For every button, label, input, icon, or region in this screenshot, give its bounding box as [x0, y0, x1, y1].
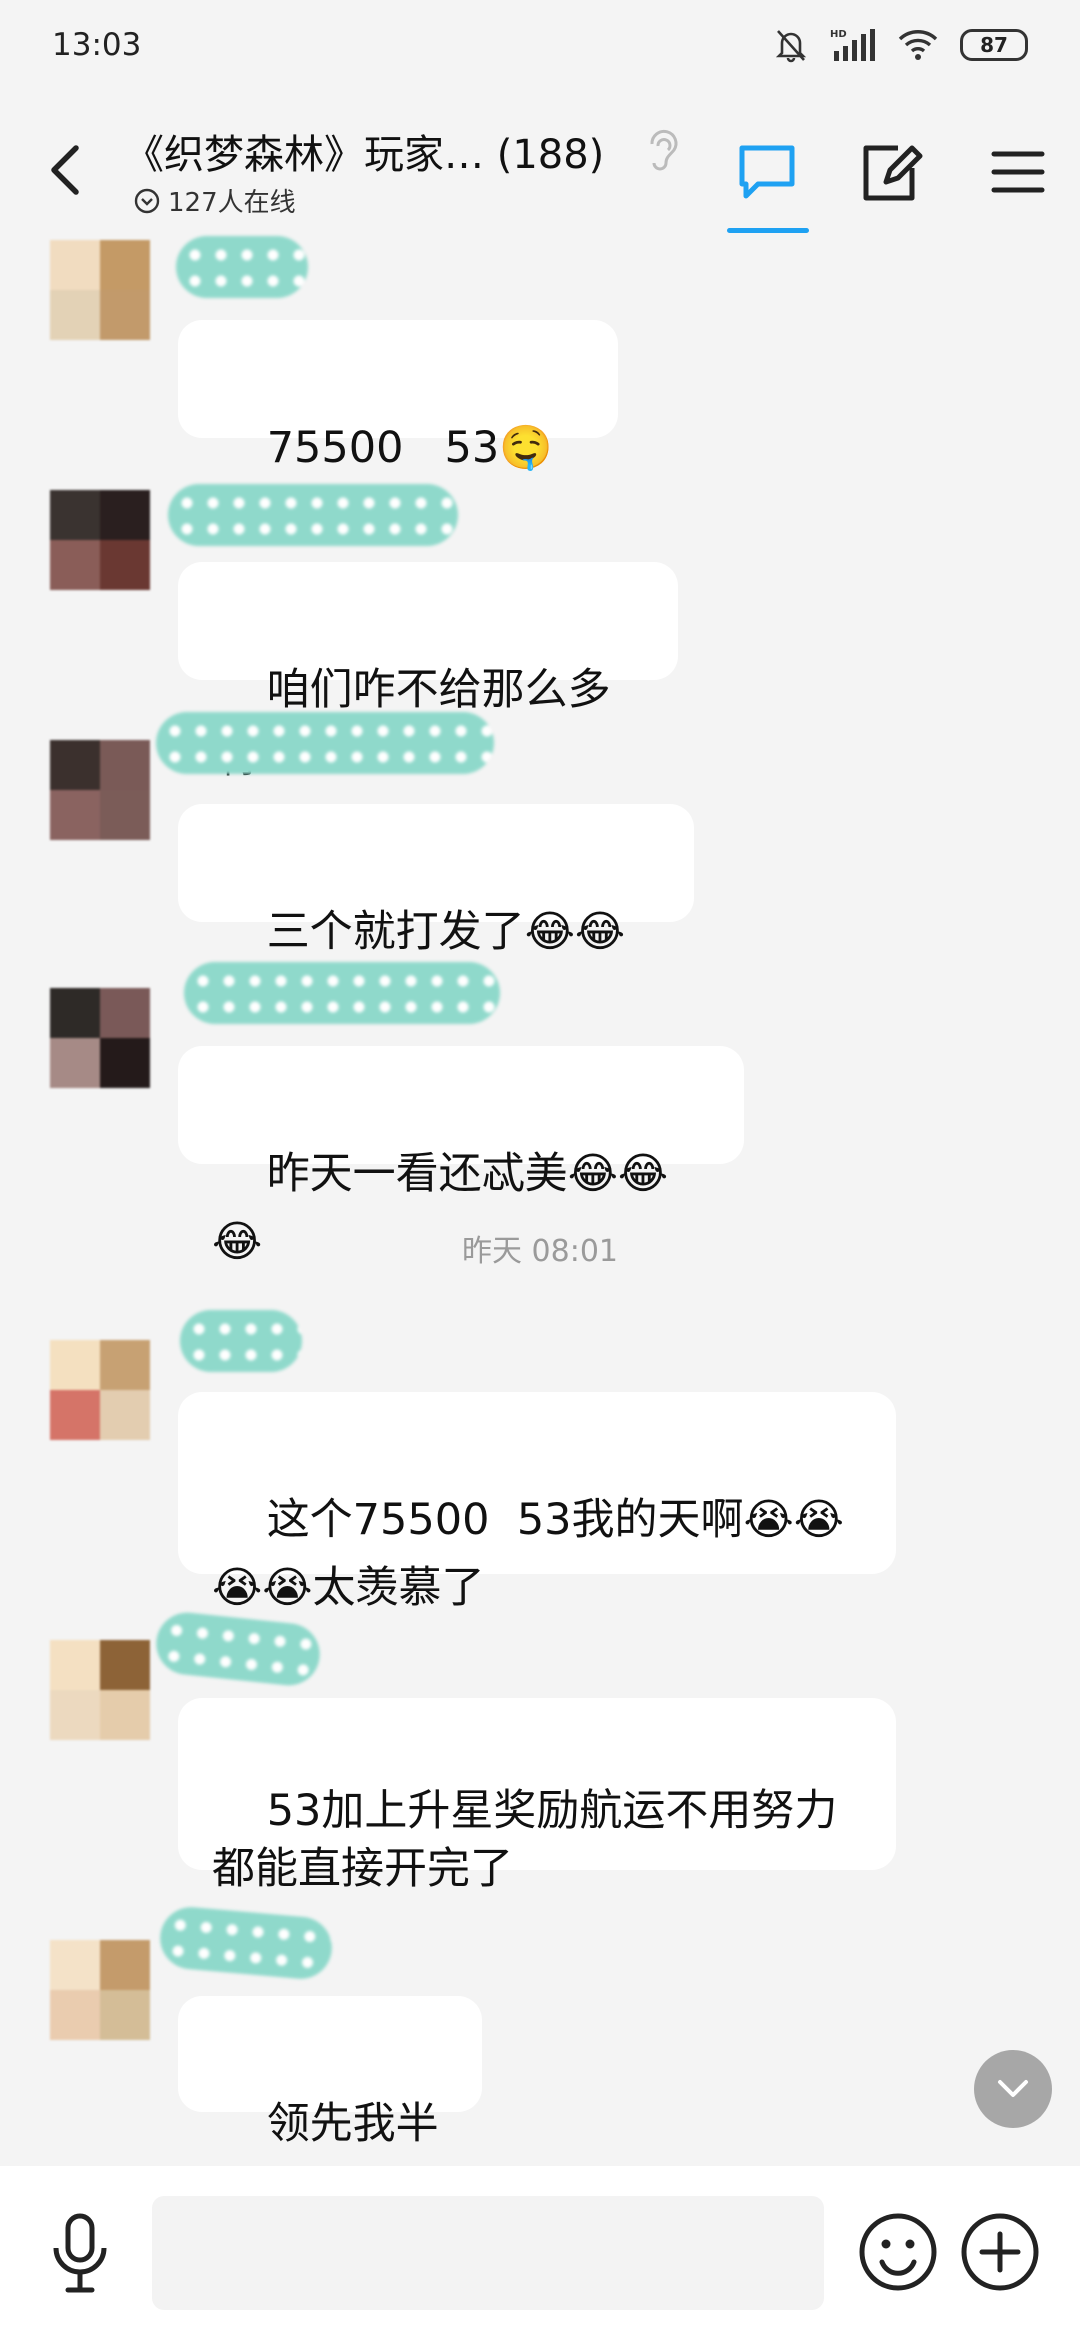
chat-header: 《织梦森林》玩家… (188) 127人在线: [0, 100, 1080, 240]
avatar[interactable]: [50, 1640, 150, 1740]
status-icons: HD 87: [774, 27, 1028, 63]
status-time: 13:03: [52, 27, 142, 63]
message-bubble[interactable]: 昨天一看还忒美😂😂😂: [178, 1046, 744, 1267]
avatar-tile: [100, 490, 150, 540]
active-tab-indicator: [727, 228, 809, 233]
avatar-tile: [50, 1990, 100, 2040]
message-bubble[interactable]: 53加上升星奖励航运不用努力 都能直接开完了: [178, 1698, 896, 1894]
avatar-tile: [50, 1390, 100, 1440]
avatar-tile: [50, 290, 100, 340]
avatar-tile: [100, 1038, 150, 1088]
message-text: 53加上升星奖励航运不用努力 都能直接开完了: [212, 1786, 838, 1894]
avatar-tile: [50, 1038, 100, 1088]
avatar[interactable]: [50, 1340, 150, 1440]
message-bubble[interactable]: 咱们咋不给那么多啊: [178, 562, 678, 783]
avatar-tile: [50, 1940, 100, 1990]
avatar-tile: [50, 1340, 100, 1390]
avatar-tile: [50, 790, 100, 840]
avatar-tile: [100, 1640, 150, 1690]
online-count: 127人在线: [168, 188, 296, 218]
avatar-tile: [100, 1340, 150, 1390]
status-bar: 13:03 HD 87: [0, 0, 1080, 90]
avatar-tile: [100, 1940, 150, 1990]
mute-bell-icon: [775, 30, 807, 63]
message-bubble[interactable]: 这个75500 53我的天啊😭😭 😭😭太羡慕了: [178, 1392, 896, 1613]
smiley-icon[interactable]: [856, 2210, 940, 2294]
avatar[interactable]: [50, 1940, 150, 2040]
signal-icon: HD: [830, 29, 875, 61]
avatar-tile: [50, 988, 100, 1038]
nickname-redacted[interactable]: [156, 712, 494, 774]
input-bar: [0, 2166, 1080, 2340]
message-bubble[interactable]: 领先我半年: [178, 1996, 482, 2217]
time-separator: 昨天 08:01: [462, 1234, 618, 1269]
wifi-icon: [898, 30, 938, 60]
avatar-tile: [100, 790, 150, 840]
avatar-tile: [100, 988, 150, 1038]
battery-level: 87: [980, 33, 1008, 57]
nickname-redacted[interactable]: [180, 1310, 302, 1372]
online-status[interactable]: 127人在线: [134, 182, 296, 219]
avatar-tile: [100, 290, 150, 340]
avatar[interactable]: [50, 988, 150, 1088]
message-text: 三个就打发了: [266, 907, 525, 957]
edit-icon[interactable]: [856, 138, 926, 208]
battery-indicator: 87: [960, 29, 1028, 61]
avatar-tile: [50, 490, 100, 540]
avatar-tile: [50, 1640, 100, 1690]
microphone-icon[interactable]: [46, 2212, 114, 2296]
avatar-tile: [100, 240, 150, 290]
message-text: 75500 53: [266, 423, 500, 473]
chevron-down-icon: [998, 2080, 1028, 2097]
ear-icon[interactable]: [642, 124, 682, 174]
avatar-tile: [50, 740, 100, 790]
group-title[interactable]: 《织梦森林》玩家… (188): [124, 122, 604, 180]
nickname-redacted[interactable]: [184, 962, 500, 1024]
chevron-down-circle-icon: [134, 188, 160, 213]
nickname-redacted[interactable]: [176, 236, 308, 298]
avatar-tile: [100, 1690, 150, 1740]
avatar[interactable]: [50, 240, 150, 340]
avatar-tile: [100, 540, 150, 590]
avatar-tile: [100, 1990, 150, 2040]
network-badge: HD: [830, 29, 847, 40]
message-bubble[interactable]: 三个就打发了😂😂😂: [178, 804, 694, 1025]
avatar-tile: [50, 540, 100, 590]
avatar-tile: [50, 1690, 100, 1740]
message-text: 这个75500 53我的天啊😭😭 😭😭太羡慕了: [212, 1495, 845, 1613]
nickname-redacted[interactable]: [157, 1904, 335, 1982]
back-arrow-icon[interactable]: [40, 140, 90, 200]
avatar-tile: [50, 240, 100, 290]
menu-icon[interactable]: [990, 144, 1046, 200]
scroll-to-bottom-button[interactable]: [974, 2050, 1052, 2128]
chat-bubble-icon[interactable]: [732, 138, 802, 208]
avatar[interactable]: [50, 490, 150, 590]
message-bubble[interactable]: 75500 53🤤🤤🤤: [178, 320, 618, 541]
message-input[interactable]: [152, 2196, 824, 2310]
message-text: 昨天一看还忒美: [266, 1149, 568, 1199]
nickname-redacted[interactable]: [168, 484, 458, 546]
plus-icon[interactable]: [958, 2210, 1042, 2294]
avatar-tile: [100, 1390, 150, 1440]
avatar-tile: [100, 740, 150, 790]
avatar[interactable]: [50, 740, 150, 840]
